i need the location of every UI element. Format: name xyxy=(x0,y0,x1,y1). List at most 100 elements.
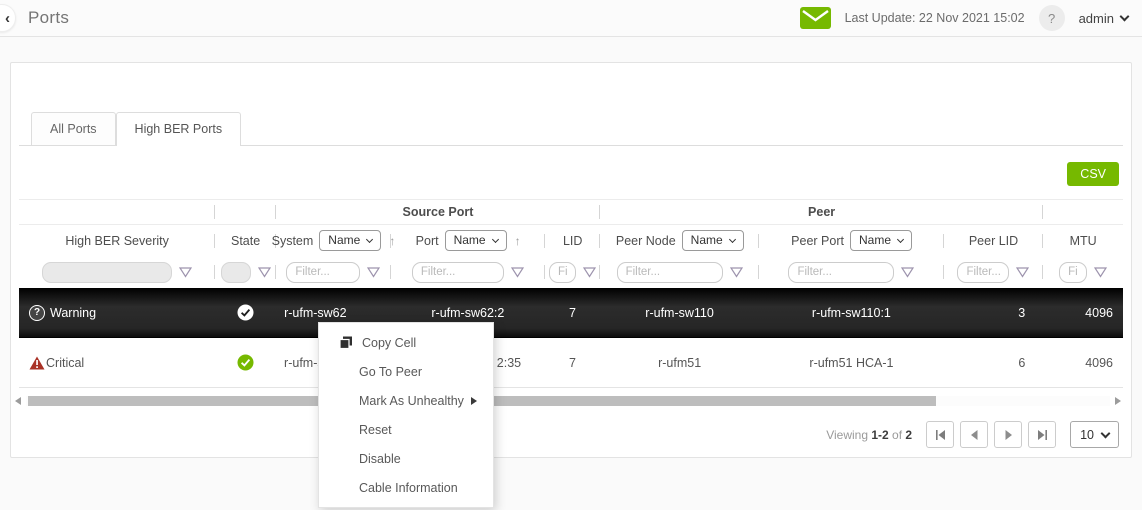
copy-icon xyxy=(339,336,353,350)
peer-node-filter-input[interactable] xyxy=(617,262,723,283)
col-peer-node: Peer Node Name xyxy=(600,230,759,251)
next-page-icon xyxy=(1005,430,1012,440)
back-chevron-icon: ‹ xyxy=(5,10,10,27)
prev-page-icon xyxy=(971,430,978,440)
next-page-button[interactable] xyxy=(994,421,1022,448)
severity-filter-input[interactable] xyxy=(42,262,172,283)
prev-page-button[interactable] xyxy=(960,421,988,448)
mtu-filter-input[interactable] xyxy=(1059,262,1087,283)
column-header-row: High BER Severity State System Name ↑ Po… xyxy=(19,225,1123,256)
col-lid[interactable]: LID xyxy=(545,234,600,248)
menu-item-label: Copy Cell xyxy=(362,336,416,350)
mail-icon[interactable] xyxy=(800,7,831,29)
last-update-label: Last Update: 22 Nov 2021 15:02 xyxy=(845,11,1025,25)
page-size-value: 10 xyxy=(1080,428,1094,442)
viewing-total: 2 xyxy=(905,428,912,442)
first-page-icon xyxy=(935,430,946,440)
port-sort-asc-icon[interactable]: ↑ xyxy=(515,234,521,248)
port-field-select[interactable]: Name xyxy=(445,230,507,251)
peer-port-cell: r-ufm51 HCA-1 xyxy=(759,356,943,370)
menu-item-go-to-peer[interactable]: Go To Peer xyxy=(319,357,493,386)
funnel-icon[interactable] xyxy=(511,267,524,278)
col-port-label: Port xyxy=(416,234,439,248)
menu-item-label: Cable Information xyxy=(359,481,458,495)
port-field-value: Name xyxy=(454,233,486,247)
severity-label: Warning xyxy=(50,306,96,320)
col-peer-lid[interactable]: Peer LID xyxy=(944,234,1044,248)
menu-item-cable-information[interactable]: Cable Information xyxy=(319,473,493,502)
warning-severity-icon: ? xyxy=(29,305,45,321)
col-mtu[interactable]: MTU xyxy=(1043,234,1123,248)
scroll-left-icon[interactable] xyxy=(15,397,21,405)
tab-all-ports[interactable]: All Ports xyxy=(31,112,116,146)
system-field-select[interactable]: Name xyxy=(319,230,381,251)
chevron-down-icon xyxy=(729,235,736,242)
collapse-sidebar-button[interactable]: ‹ xyxy=(0,4,16,32)
user-menu[interactable]: admin xyxy=(1079,11,1128,26)
menu-item-label: Go To Peer xyxy=(359,365,422,379)
system-filter-input[interactable] xyxy=(286,262,360,283)
chevron-down-icon xyxy=(366,235,373,242)
group-peer: Peer xyxy=(600,205,1043,219)
peer-node-field-select[interactable]: Name xyxy=(682,230,744,251)
col-high-ber-severity[interactable]: High BER Severity xyxy=(19,234,215,248)
last-page-button[interactable] xyxy=(1028,421,1056,448)
table-row-critical[interactable]: Critical r-ufm-s 2:35 7 r-ufm51 r-ufm51 … xyxy=(19,338,1123,388)
funnel-icon[interactable] xyxy=(367,267,380,278)
state-healthy-icon xyxy=(237,304,254,321)
menu-item-mark-as-unhealthy[interactable]: Mark As Unhealthy xyxy=(319,386,493,415)
col-port: Port Name ↑ xyxy=(391,230,545,251)
high-ber-ports-table: Source Port Peer High BER Severity State… xyxy=(19,199,1123,388)
table-row-warning[interactable]: ? Warning r-ufm-sw62 r-ufm-sw62:2 7 r-uf… xyxy=(19,288,1123,338)
menu-item-copy-cell[interactable]: Copy Cell xyxy=(319,328,493,357)
peer-port-field-select[interactable]: Name xyxy=(850,230,912,251)
col-system: System Name ↑ xyxy=(276,230,391,251)
lid-cell: 7 xyxy=(545,306,600,320)
col-peer-port: Peer Port Name xyxy=(759,230,943,251)
funnel-icon[interactable] xyxy=(1094,267,1107,278)
menu-item-reset[interactable]: Reset xyxy=(319,415,493,444)
menu-item-label: Disable xyxy=(359,452,401,466)
peer-port-filter-input[interactable] xyxy=(788,262,894,283)
mtu-cell: 4096 xyxy=(1043,306,1123,320)
tab-high-ber-ports[interactable]: High BER Ports xyxy=(116,112,242,146)
col-state[interactable]: State xyxy=(215,234,276,248)
tab-bar: All Ports High BER Ports xyxy=(19,112,1123,146)
funnel-icon[interactable] xyxy=(730,267,743,278)
col-system-label: System xyxy=(272,234,314,248)
funnel-icon[interactable] xyxy=(258,267,271,278)
chevron-down-icon xyxy=(897,235,904,242)
scrollbar-track[interactable] xyxy=(26,396,1110,406)
chevron-down-icon xyxy=(1101,428,1111,438)
first-page-button[interactable] xyxy=(926,421,954,448)
funnel-icon[interactable] xyxy=(901,267,914,278)
ports-page: ‹ Ports Last Update: 22 Nov 2021 15:02 ?… xyxy=(0,0,1142,510)
scroll-right-icon[interactable] xyxy=(1115,397,1121,405)
funnel-icon[interactable] xyxy=(1016,267,1029,278)
csv-export-button[interactable]: CSV xyxy=(1067,162,1119,186)
top-bar: ‹ Ports Last Update: 22 Nov 2021 15:02 ?… xyxy=(0,0,1142,37)
peer-port-field-value: Name xyxy=(859,233,891,247)
state-filter-input[interactable] xyxy=(221,262,251,283)
menu-item-disable[interactable]: Disable xyxy=(319,444,493,473)
group-header-row: Source Port Peer xyxy=(19,199,1123,225)
peer-node-cell: r-ufm51 xyxy=(600,356,759,370)
lid-filter-input[interactable] xyxy=(549,262,576,283)
peer-lid-filter-input[interactable] xyxy=(957,262,1009,283)
funnel-icon[interactable] xyxy=(179,267,192,278)
severity-label: Critical xyxy=(46,356,84,370)
port-cell: r-ufm-sw62:2 xyxy=(391,306,545,320)
lid-cell: 7 xyxy=(545,356,600,370)
viewing-range: 1-2 xyxy=(871,428,888,442)
port-filter-input[interactable] xyxy=(412,262,504,283)
peer-node-cell: r-ufm-sw110 xyxy=(600,306,759,320)
critical-severity-icon xyxy=(29,356,45,370)
menu-item-label: Mark As Unhealthy xyxy=(359,394,464,408)
funnel-icon[interactable] xyxy=(583,267,596,278)
peer-lid-cell: 3 xyxy=(944,306,1044,320)
chevron-down-icon xyxy=(492,235,499,242)
help-button[interactable]: ? xyxy=(1039,5,1065,31)
pagination: Viewing 1-2 of 2 xyxy=(19,421,1123,448)
col-peer-port-label: Peer Port xyxy=(791,234,844,248)
page-size-select[interactable]: 10 xyxy=(1070,421,1119,448)
